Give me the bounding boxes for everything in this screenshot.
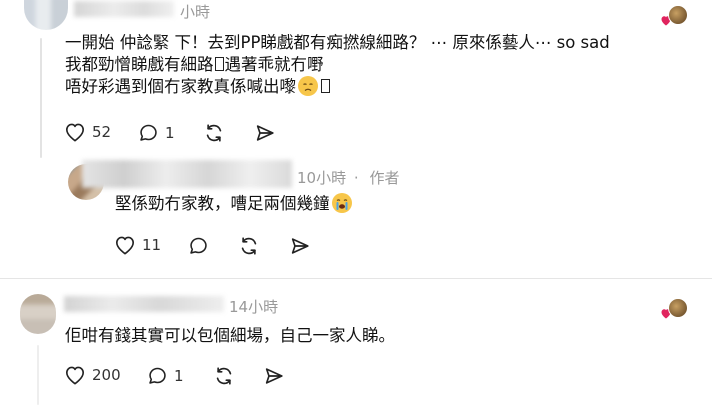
comment-icon <box>147 365 168 386</box>
share-icon <box>289 235 311 257</box>
repost-button[interactable] <box>238 235 260 257</box>
timestamp: 小時 <box>180 3 211 21</box>
comment-line: 堅係勁冇家教，嘈足兩個幾鐘 <box>115 194 330 213</box>
meta-separator: · <box>353 169 359 187</box>
share-icon <box>263 365 285 387</box>
share-button[interactable] <box>263 365 285 387</box>
reply-count: 1 <box>165 123 175 142</box>
comment-body: 一開始 仲諗緊 下！去到PP睇戲都有痴撚線細路？ ⋯ 原來係藝人⋯ so sad… <box>65 32 610 98</box>
missing-glyph <box>214 57 224 71</box>
repost-icon <box>238 235 260 257</box>
comment-icon <box>188 235 209 256</box>
thread-line <box>40 38 42 158</box>
like-count: 52 <box>92 123 112 141</box>
like-count: 11 <box>142 236 162 254</box>
heart-icon <box>114 235 136 255</box>
comment-icon <box>138 122 159 143</box>
disappointed-emoji <box>298 76 318 96</box>
avatar[interactable] <box>20 294 56 334</box>
reactor-avatar <box>668 5 688 25</box>
repost-button[interactable] <box>213 365 235 387</box>
like-button[interactable]: 11 <box>114 235 161 255</box>
missing-glyph <box>321 79 330 93</box>
comment-line-part: 我都勁憎睇戲有細路 <box>65 55 214 74</box>
heart-icon <box>64 122 86 142</box>
like-button[interactable]: 52 <box>64 122 111 142</box>
username-redacted[interactable] <box>74 1 174 17</box>
comment-line-part: 遇著乖就冇嘢 <box>224 55 324 74</box>
comment-body: 佢咁有錢其實可以包個細場，自己一家人睇。 <box>65 326 395 345</box>
like-button[interactable]: 200 <box>64 365 121 385</box>
comment-line: 一開始 仲諗緊 下！去到PP睇戲都有痴撚線細路？ ⋯ 原來係藝人⋯ so sad <box>65 33 610 52</box>
repost-icon <box>203 122 225 144</box>
reply-button[interactable] <box>188 235 209 256</box>
comment-line-part: 唔好彩遇到個冇家教真係喊出嚟 <box>65 77 296 96</box>
divider <box>0 278 712 279</box>
reply-count: 1 <box>174 366 184 385</box>
author-tag: 作者 <box>369 169 400 187</box>
share-button[interactable] <box>289 235 311 257</box>
reply-button[interactable]: 1 <box>147 365 184 386</box>
reply-meta: 10小時 · 作者 <box>297 167 399 188</box>
comment-line: 我都勁憎睇戲有細路 遇著乖就冇嘢 <box>65 54 610 76</box>
username-redacted[interactable] <box>82 160 292 188</box>
loudly-crying-emoji <box>331 193 352 213</box>
timestamp: 10小時 <box>297 169 347 187</box>
like-count: 200 <box>92 366 121 384</box>
repost-button[interactable] <box>203 122 225 144</box>
avatar[interactable] <box>24 0 68 30</box>
share-button[interactable] <box>254 122 276 144</box>
repost-icon <box>213 365 235 387</box>
comment-body: 堅係勁冇家教，嘈足兩個幾鐘 <box>115 193 352 215</box>
share-icon <box>254 122 276 144</box>
reaction-avatars[interactable] <box>660 298 688 319</box>
reaction-avatars[interactable] <box>660 5 688 26</box>
comment-line: 唔好彩遇到個冇家教真係喊出嚟 <box>65 76 610 98</box>
thread-line <box>37 345 39 405</box>
heart-icon <box>64 365 86 385</box>
reply-button[interactable]: 1 <box>138 122 175 143</box>
username-redacted[interactable] <box>64 296 224 312</box>
reactor-avatar <box>668 298 688 318</box>
timestamp: 14小時 <box>229 298 279 316</box>
